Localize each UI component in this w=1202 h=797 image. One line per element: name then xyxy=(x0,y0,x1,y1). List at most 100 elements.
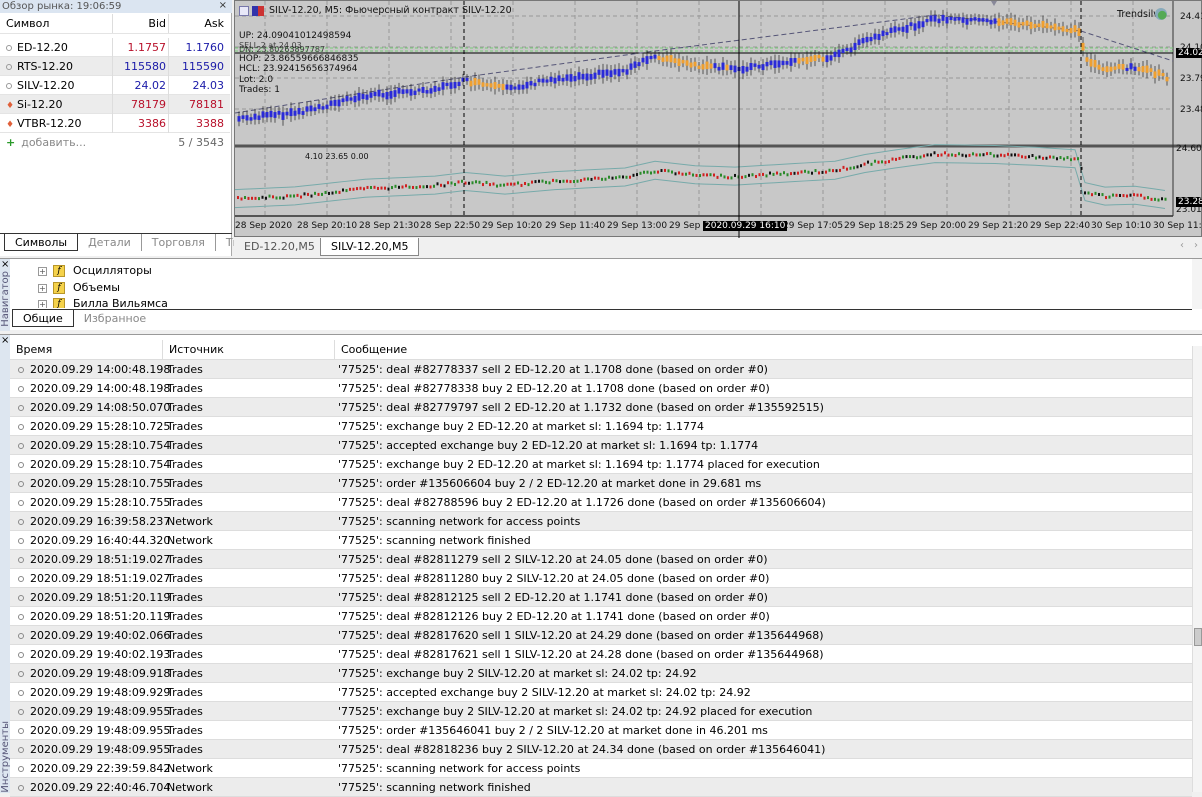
candle xyxy=(549,76,553,82)
journal-row[interactable]: 2020.09.29 18:51:19.027 Trades '77525': de… xyxy=(10,569,1192,588)
sub-candle xyxy=(846,167,848,171)
info-icon xyxy=(18,557,24,563)
candle xyxy=(289,108,293,117)
column-message[interactable]: Сообщение xyxy=(335,340,1192,360)
chart-tab-ed[interactable]: ED-12.20,M5 xyxy=(234,238,325,256)
sub-candle xyxy=(363,187,365,191)
source-value: Trades xyxy=(167,686,203,699)
journal-row[interactable]: 2020.09.29 14:00:48.198 Trades '77525': de… xyxy=(10,379,1192,398)
journal-row[interactable]: 2020.09.29 18:51:20.119 Trades '77525': de… xyxy=(10,588,1192,607)
journal-row[interactable]: 2020.09.29 19:48:09.955 Trades '77525': de… xyxy=(10,740,1192,759)
tree-item-bill-williams[interactable]: + f Билла Вильямса xyxy=(38,296,168,308)
journal-scrollbar[interactable] xyxy=(1192,346,1202,792)
column-time[interactable]: Время xyxy=(10,340,163,360)
journal-row[interactable]: 2020.09.29 14:00:48.198 Trades '77525': de… xyxy=(10,360,1192,379)
chart-canvas[interactable] xyxy=(235,1,1202,238)
column-symbol[interactable]: Символ xyxy=(6,14,49,34)
candle xyxy=(357,92,361,101)
tree-item-volumes[interactable]: + f Объемы xyxy=(38,280,120,296)
column-source[interactable]: Источник xyxy=(163,340,335,360)
symbol-cell: ♦ Si-12.20 xyxy=(6,95,63,116)
add-symbol-label[interactable]: добавить... xyxy=(21,136,86,149)
journal-row[interactable]: 2020.09.29 16:39:58.237 Network '77525': s… xyxy=(10,512,1192,531)
sub-candle xyxy=(506,182,509,186)
sub-candle xyxy=(450,181,453,185)
close-icon[interactable]: × xyxy=(1,335,9,346)
message-value: '77525': deal #82788596 buy 2 ED-12.20 a… xyxy=(338,496,826,509)
expand-icon[interactable]: + xyxy=(38,299,47,308)
scroll-left-icon[interactable]: ‹ xyxy=(1180,240,1184,251)
tab-general[interactable]: Общие xyxy=(12,310,74,327)
sub-candle xyxy=(478,180,481,184)
journal-row[interactable]: 2020.09.29 22:40:46.704 Network '77525': s… xyxy=(10,778,1192,797)
sub-candle xyxy=(986,152,988,156)
time-value: 2020.09.29 16:40:44.320 xyxy=(30,534,171,547)
journal-row[interactable]: 2020.09.29 15:28:10.755 Trades '77525': or… xyxy=(10,474,1192,493)
candle xyxy=(477,79,481,85)
sub-candle xyxy=(1021,155,1023,159)
price-chart[interactable]: SILV-12.20, M5: Фьючерсный контракт SILV… xyxy=(234,0,1202,238)
sub-candle xyxy=(1112,193,1114,197)
column-ask[interactable]: Ask xyxy=(168,14,224,34)
add-symbol-row[interactable]: + добавить... 5 / 3543 xyxy=(0,133,230,152)
tab-symbols[interactable]: Символы xyxy=(4,234,79,251)
sub-candle xyxy=(538,179,540,183)
tab-trading[interactable]: Торговля xyxy=(142,234,216,251)
sub-candle xyxy=(422,185,425,189)
market-watch-row[interactable]: ♦ VTBR-12.20 3386 3388 xyxy=(0,114,230,133)
sub-candle xyxy=(457,180,460,184)
info-icon xyxy=(18,367,24,373)
journal-row[interactable]: 2020.09.29 18:51:19.027 Trades '77525': de… xyxy=(10,550,1192,569)
market-watch-row[interactable]: ED-12.20 1.1757 1.1760 xyxy=(0,38,230,57)
journal-row[interactable]: 2020.09.29 14:08:50.070 Trades '77525': de… xyxy=(10,398,1192,417)
sub-candle xyxy=(1133,193,1135,197)
candle xyxy=(377,89,381,97)
candle xyxy=(717,66,721,71)
close-icon[interactable]: × xyxy=(219,0,227,11)
sub-candle xyxy=(748,173,750,177)
sub-candle xyxy=(391,186,393,190)
journal-row[interactable]: 2020.09.29 19:48:09.955 Trades '77525': or… xyxy=(10,721,1192,740)
journal-row[interactable]: 2020.09.29 15:28:10.754 Trades '77525': ex… xyxy=(10,455,1192,474)
journal-row[interactable]: 2020.09.29 19:40:02.066 Trades '77525': de… xyxy=(10,626,1192,645)
sub-candle xyxy=(664,168,666,172)
candle xyxy=(1001,20,1005,26)
market-watch-row[interactable]: RTS-12.20 115580 115590 xyxy=(0,57,230,76)
tab-favorites[interactable]: Избранное xyxy=(74,310,156,327)
journal-row[interactable]: 2020.09.29 16:40:44.320 Network '77525': s… xyxy=(10,531,1192,550)
scrollbar-thumb[interactable] xyxy=(1194,628,1202,646)
expand-icon[interactable]: + xyxy=(38,266,47,276)
sub-candle xyxy=(601,177,603,181)
journal-row[interactable]: 2020.09.29 19:40:02.193 Trades '77525': de… xyxy=(10,645,1192,664)
candle xyxy=(389,91,393,99)
journal-row[interactable]: 2020.09.29 19:48:09.929 Trades '77525': ac… xyxy=(10,683,1192,702)
sub-candle xyxy=(853,166,855,170)
chart-tab-silv[interactable]: SILV-12.20,M5 xyxy=(320,238,420,256)
tree-item-oscillators[interactable]: + f Осцилляторы xyxy=(38,263,152,279)
journal-row[interactable]: 2020.09.29 15:28:10.754 Trades '77525': ac… xyxy=(10,436,1192,455)
sub-candle xyxy=(695,173,698,177)
journal-row[interactable]: 2020.09.29 19:48:09.955 Trades '77525': ex… xyxy=(10,702,1192,721)
expand-icon[interactable]: + xyxy=(38,283,47,293)
journal-row[interactable]: 2020.09.29 22:39:59.842 Network '77525': s… xyxy=(10,759,1192,778)
close-icon[interactable]: × xyxy=(1,259,9,270)
journal-row[interactable]: 2020.09.29 15:28:10.755 Trades '77525': de… xyxy=(10,493,1192,512)
market-watch-row[interactable]: ♦ Si-12.20 78179 78181 xyxy=(0,95,230,114)
time-value: 2020.09.29 16:39:58.237 xyxy=(30,515,171,528)
scroll-right-icon[interactable]: › xyxy=(1194,240,1198,251)
message-value: '77525': deal #82779797 sell 2 ED-12.20 … xyxy=(338,401,824,414)
candle xyxy=(537,78,541,83)
market-watch-row[interactable]: SILV-12.20 24.02 24.03 xyxy=(0,76,230,95)
candle xyxy=(237,116,241,122)
market-watch-header: Символ Bid Ask xyxy=(0,14,230,34)
tab-details[interactable]: Детали xyxy=(78,234,142,251)
journal-row[interactable]: 2020.09.29 15:28:10.725 Trades '77525': ex… xyxy=(10,417,1192,436)
sub-candle xyxy=(1024,155,1027,159)
journal-row[interactable]: 2020.09.29 19:48:09.918 Trades '77525': ex… xyxy=(10,664,1192,683)
column-bid[interactable]: Bid xyxy=(106,14,166,34)
expert-smiley-icon[interactable] xyxy=(1155,8,1167,20)
journal-row[interactable]: 2020.09.29 18:51:20.119 Trades '77525': de… xyxy=(10,607,1192,626)
navigator-scrollbar[interactable] xyxy=(1192,259,1202,309)
sub-candle xyxy=(1017,153,1020,157)
candle xyxy=(925,19,929,23)
